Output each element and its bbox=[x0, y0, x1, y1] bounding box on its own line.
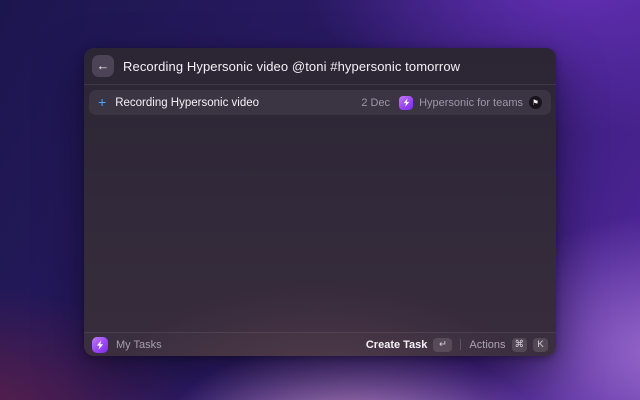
action-bar: My Tasks Create Task ↵ Actions ⌘ K bbox=[84, 332, 556, 356]
search-query[interactable]: Recording Hypersonic video @toni #hypers… bbox=[123, 59, 460, 74]
hypersonic-bolt-icon bbox=[399, 96, 413, 110]
flag-icon: ⚑ bbox=[532, 98, 539, 107]
action-bar-right: Create Task ↵ Actions ⌘ K bbox=[366, 338, 548, 352]
list-item-accessories: 2 Dec Hypersonic for teams ⚑ bbox=[361, 96, 542, 110]
list-item-create-task[interactable]: + Recording Hypersonic video 2 Dec Hyper… bbox=[89, 90, 551, 115]
command-keycap: ⌘ bbox=[512, 338, 528, 352]
create-task-button[interactable]: Create Task bbox=[366, 339, 428, 351]
priority-flag-badge: ⚑ bbox=[529, 96, 542, 109]
hypersonic-app-icon bbox=[92, 337, 108, 353]
k-keycap: K bbox=[533, 338, 548, 352]
return-key-icon: ↵ bbox=[439, 339, 447, 350]
plus-icon: + bbox=[98, 94, 106, 110]
list-item-title: Recording Hypersonic video bbox=[115, 97, 352, 109]
back-arrow-icon: ← bbox=[97, 58, 110, 73]
search-header: ← Recording Hypersonic video @toni #hype… bbox=[84, 48, 556, 85]
command-name-label: My Tasks bbox=[116, 339, 358, 351]
actions-menu-button[interactable]: Actions bbox=[469, 339, 505, 351]
return-keycap: ↵ bbox=[433, 338, 452, 352]
footer-divider bbox=[460, 339, 461, 350]
back-button[interactable]: ← bbox=[92, 55, 114, 77]
team-label: Hypersonic for teams bbox=[419, 97, 523, 109]
command-palette-window: ← Recording Hypersonic video @toni #hype… bbox=[84, 48, 556, 356]
results-list: + Recording Hypersonic video 2 Dec Hyper… bbox=[84, 85, 556, 332]
due-date-label: 2 Dec bbox=[361, 97, 390, 109]
